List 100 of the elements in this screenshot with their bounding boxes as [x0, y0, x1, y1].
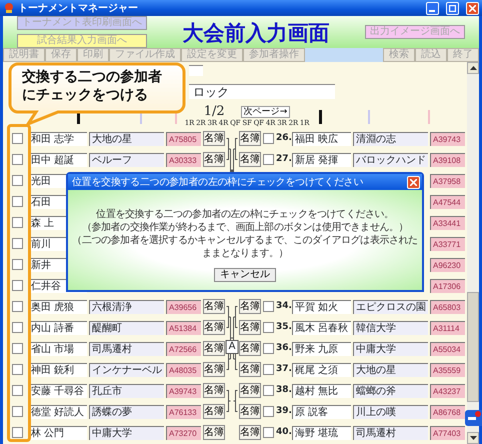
checkbox[interactable] — [12, 175, 23, 186]
close-button[interactable] — [407, 176, 420, 188]
name-field[interactable]: 省山 市場 — [28, 342, 87, 356]
checkbox[interactable] — [12, 196, 23, 207]
roster-button[interactable]: 名簿 — [239, 299, 261, 314]
scroll-down-button[interactable] — [467, 432, 479, 444]
name-field[interactable]: 梶尾 之須 — [292, 362, 351, 376]
checkbox[interactable] — [12, 217, 23, 228]
team-field[interactable]: バロックハンド — [353, 152, 428, 166]
checkbox[interactable] — [12, 133, 23, 144]
text-field[interactable] — [189, 65, 203, 76]
checkbox[interactable] — [12, 343, 23, 354]
checkbox[interactable] — [263, 343, 274, 354]
name-field[interactable]: 平賀 如火 — [292, 300, 351, 314]
roster-button[interactable]: 名簿 — [203, 320, 225, 335]
team-field[interactable]: 誘蝶の夢 — [89, 404, 164, 418]
checkbox[interactable] — [12, 427, 23, 438]
checkbox[interactable] — [12, 301, 23, 312]
id-field[interactable]: A39656 — [166, 300, 201, 314]
roster-button[interactable]: 名簿 — [203, 404, 225, 419]
name-field[interactable]: 安藤 千尋谷 — [28, 384, 87, 398]
checkbox[interactable] — [263, 427, 274, 438]
team-field[interactable]: 司馬遷村 — [353, 426, 428, 440]
id-field[interactable]: A75805 — [166, 132, 201, 146]
team-field[interactable]: 清淵の志 — [353, 132, 428, 146]
checkbox[interactable] — [263, 406, 274, 417]
checkbox[interactable] — [263, 385, 274, 396]
name-field[interactable]: 神田 銃利 — [28, 362, 87, 376]
checkbox[interactable] — [263, 133, 274, 144]
close-button[interactable] — [466, 2, 479, 14]
checkbox[interactable] — [263, 322, 274, 333]
id-field[interactable]: A35559 — [430, 362, 465, 376]
id-field[interactable]: A17306 — [430, 278, 465, 292]
id-field[interactable]: A39743 — [430, 132, 465, 146]
checkbox[interactable] — [12, 364, 23, 375]
roster-button[interactable]: 名簿 — [203, 383, 225, 398]
name-field[interactable]: ロック — [189, 84, 335, 99]
id-field[interactable]: A55034 — [430, 342, 465, 356]
roster-button[interactable]: 名簿 — [203, 341, 225, 356]
id-field[interactable]: A86768 — [430, 404, 465, 418]
team-field[interactable]: ベルーフ — [89, 152, 164, 166]
team-field[interactable]: インケナーベル — [89, 362, 164, 376]
team-field[interactable]: 醍醐町 — [89, 320, 164, 334]
roster-button[interactable]: 名簿 — [239, 341, 261, 356]
id-field[interactable]: A39743 — [166, 384, 201, 398]
team-field[interactable]: エピクロスの園 — [353, 300, 428, 314]
id-field[interactable]: A72566 — [166, 342, 201, 356]
tray-icon[interactable] — [465, 410, 482, 426]
checkbox[interactable] — [12, 154, 23, 165]
id-field[interactable]: A96230 — [430, 258, 465, 272]
id-field[interactable]: A76133 — [166, 404, 201, 418]
roster-button[interactable]: 名簿 — [203, 152, 225, 167]
name-field[interactable]: 新居 発揮 — [292, 152, 351, 166]
id-field[interactable]: A37958 — [430, 174, 465, 188]
team-field[interactable]: 大地の星 — [89, 132, 164, 146]
team-field[interactable]: 中庸大学 — [89, 426, 164, 440]
minimize-button[interactable] — [426, 2, 439, 14]
team-field[interactable]: 大地の星 — [353, 362, 428, 376]
name-field[interactable]: 越村 無比 — [292, 384, 351, 398]
name-field[interactable]: 奥田 虎狼 — [28, 300, 87, 314]
id-field[interactable]: A43237 — [430, 384, 465, 398]
name-field[interactable]: 徳堂 好読人 — [28, 404, 87, 418]
name-field[interactable]: 福田 映広 — [292, 132, 351, 146]
roster-button[interactable]: 名簿 — [239, 320, 261, 335]
roster-button[interactable]: 名簿 — [203, 425, 225, 440]
team-field[interactable]: 蟷螂の斧 — [353, 384, 428, 398]
checkbox[interactable] — [12, 385, 23, 396]
checkbox[interactable] — [263, 364, 274, 375]
roster-button[interactable]: 名簿 — [239, 131, 261, 146]
roster-button[interactable]: 名簿 — [239, 152, 261, 167]
checkbox[interactable] — [12, 280, 23, 291]
name-field[interactable]: 田中 超誕 — [28, 152, 87, 166]
name-field[interactable]: 和田 志学 — [28, 132, 87, 146]
team-field[interactable]: 中庸大学 — [353, 342, 428, 356]
checkbox[interactable] — [263, 301, 274, 312]
team-field[interactable]: 孔丘市 — [89, 384, 164, 398]
id-field[interactable]: A39108 — [430, 152, 465, 166]
maximize-button[interactable] — [446, 2, 459, 14]
scroll-thumb[interactable] — [467, 292, 479, 402]
team-field[interactable]: 川上の嘆 — [353, 404, 428, 418]
roster-button[interactable]: 名簿 — [239, 383, 261, 398]
checkbox[interactable] — [263, 154, 274, 165]
name-field[interactable]: 林 公門 — [28, 426, 87, 440]
id-field[interactable]: A77403 — [430, 426, 465, 440]
roster-button[interactable]: 名簿 — [203, 362, 225, 377]
id-field[interactable]: A47544 — [430, 194, 465, 208]
roster-button[interactable]: 名簿 — [239, 425, 261, 440]
id-field[interactable]: A48035 — [166, 362, 201, 376]
team-field[interactable]: 韓信大学 — [353, 320, 428, 334]
name-field[interactable]: 野来 九原 — [292, 342, 351, 356]
name-field[interactable]: 原 説客 — [292, 404, 351, 418]
id-field[interactable]: A31114 — [430, 320, 465, 334]
id-field[interactable]: A51384 — [166, 320, 201, 334]
id-field[interactable]: A65803 — [430, 300, 465, 314]
roster-button[interactable]: 名簿 — [239, 362, 261, 377]
team-field[interactable]: 六根清浄 — [89, 300, 164, 314]
id-field[interactable]: A73270 — [166, 426, 201, 440]
roster-button[interactable]: 名簿 — [203, 299, 225, 314]
scroll-up-button[interactable] — [467, 62, 479, 74]
name-field[interactable]: 内山 詩番 — [28, 320, 87, 334]
